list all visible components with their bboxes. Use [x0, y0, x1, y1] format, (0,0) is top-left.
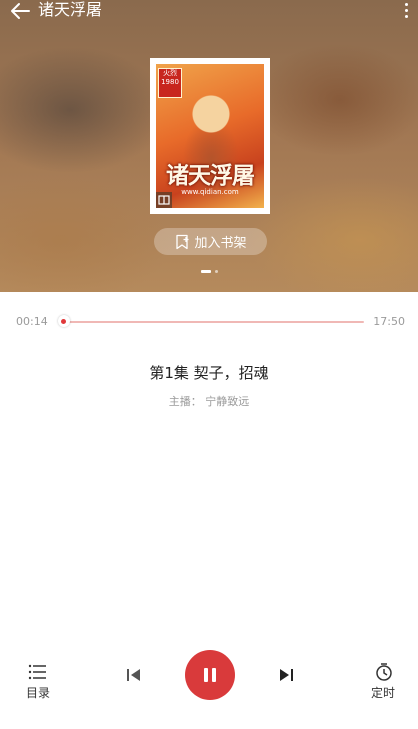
add-to-shelf-label: 加入书架 — [194, 236, 247, 251]
total-time: 17:50 — [373, 315, 405, 328]
add-to-shelf-button[interactable]: 加入书架 — [154, 228, 267, 255]
book-icon — [156, 192, 172, 208]
book-cover: 火烈 1980 诸天浮屠 www.qidian.com — [150, 58, 270, 214]
next-track-icon[interactable] — [278, 668, 294, 682]
catalog-label: 目录 — [26, 686, 51, 700]
bookmark-add-icon — [176, 234, 189, 249]
narrator-label: 主播： 宁静致远 — [168, 395, 250, 408]
list-icon — [28, 664, 46, 680]
timer-icon — [376, 663, 392, 681]
progress-thumb[interactable] — [57, 315, 70, 327]
hero-background: 诸天浮屠 火烈 1980 诸天浮屠 www.qidian.com 加入书架 — [0, 0, 418, 292]
cover-url: www.qidian.com — [181, 188, 239, 196]
page-title: 诸天浮屠 — [38, 0, 103, 19]
top-bar: 诸天浮屠 — [0, 0, 418, 24]
cover-title: 诸天浮屠 — [166, 162, 255, 189]
timer-label: 定时 — [371, 686, 396, 700]
sleep-timer-button[interactable]: 定时 — [368, 661, 400, 703]
page-indicator-dot — [215, 270, 218, 273]
pause-button[interactable] — [185, 650, 235, 700]
more-menu-icon[interactable] — [400, 2, 412, 20]
previous-track-icon[interactable] — [126, 668, 142, 682]
pause-icon — [204, 668, 208, 682]
progress-track[interactable] — [60, 321, 364, 323]
episode-title: 第1集 契子，招魂 — [149, 364, 269, 382]
cover-artwork: 火烈 1980 诸天浮屠 www.qidian.com — [156, 64, 264, 208]
back-arrow-icon[interactable] — [10, 2, 30, 20]
pause-icon-bar — [212, 668, 216, 682]
page-indicator-active — [201, 270, 211, 273]
current-time: 00:14 — [16, 315, 48, 328]
cover-badge: 火烈 1980 — [158, 68, 182, 98]
catalog-button[interactable]: 目录 — [22, 662, 56, 702]
